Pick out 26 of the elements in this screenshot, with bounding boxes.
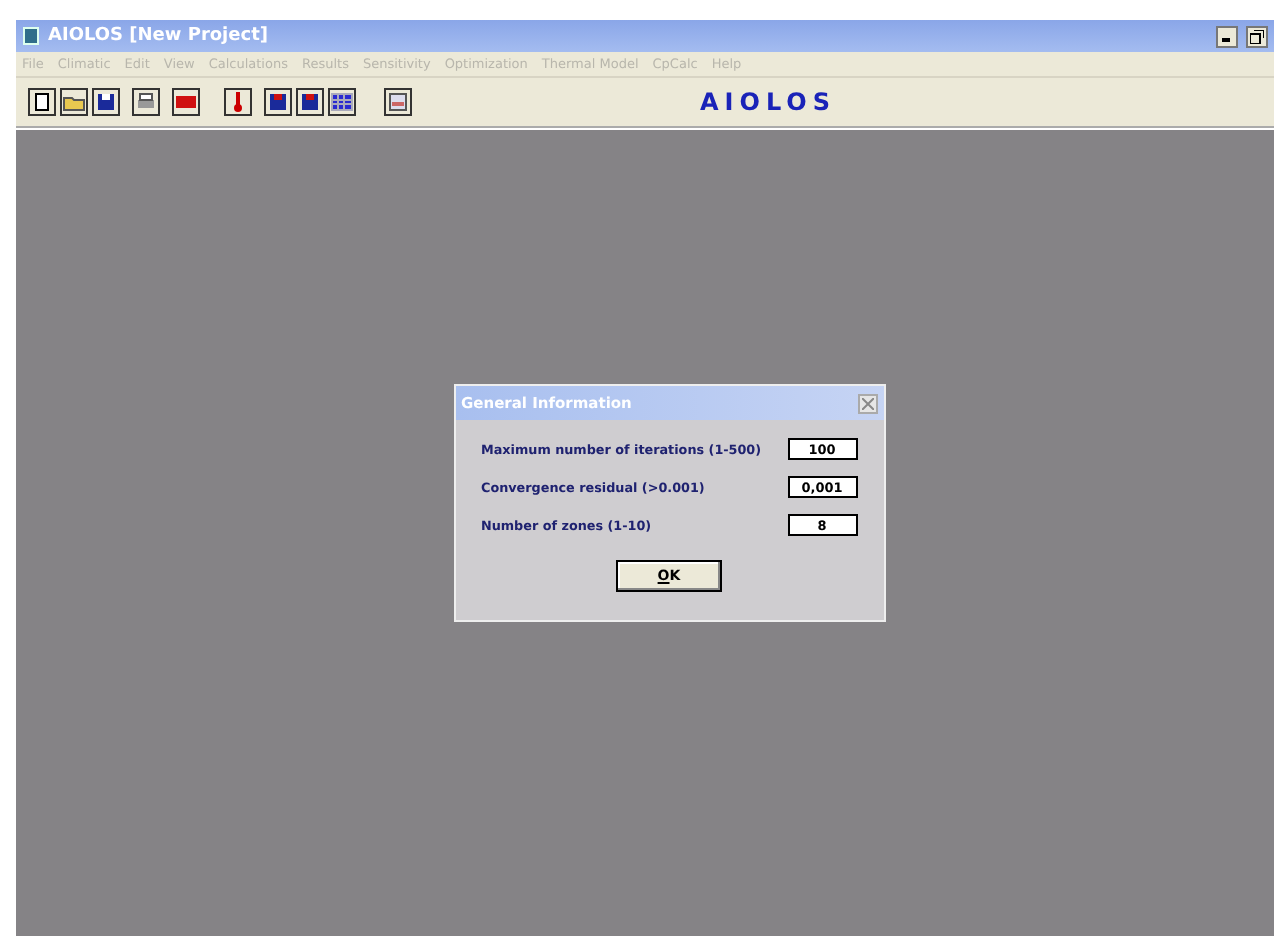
toolbar-button[interactable]	[224, 88, 252, 116]
printer-icon	[134, 90, 158, 114]
page-icon	[30, 90, 54, 114]
restore-button[interactable]	[1246, 25, 1268, 47]
toolbar-button[interactable]	[92, 88, 120, 116]
minimize-button[interactable]	[1216, 25, 1238, 47]
grid-icon	[330, 90, 354, 114]
floppy-icon	[94, 90, 118, 114]
floppy-icon	[266, 90, 290, 114]
app-icon	[22, 26, 40, 46]
toolbar-button[interactable]	[28, 88, 56, 116]
close-icon	[861, 397, 873, 409]
toolbar-button[interactable]	[60, 88, 88, 116]
table-icon	[386, 90, 410, 114]
toolbar-button[interactable]	[132, 88, 160, 116]
window-title: AIOLOS [New Project]	[48, 26, 270, 46]
toolbar-button[interactable]	[264, 88, 292, 116]
toolbar-button[interactable]	[296, 88, 324, 116]
app-logo-text: AIOLOS	[700, 88, 837, 116]
floppy-icon	[298, 90, 322, 114]
toolbar-button[interactable]	[384, 88, 412, 116]
toolbar-button[interactable]	[172, 88, 200, 116]
restore-icon	[1250, 29, 1264, 43]
display-panel-icon	[174, 90, 198, 114]
close-button[interactable]	[857, 393, 877, 413]
toolbar-button[interactable]	[328, 88, 356, 116]
